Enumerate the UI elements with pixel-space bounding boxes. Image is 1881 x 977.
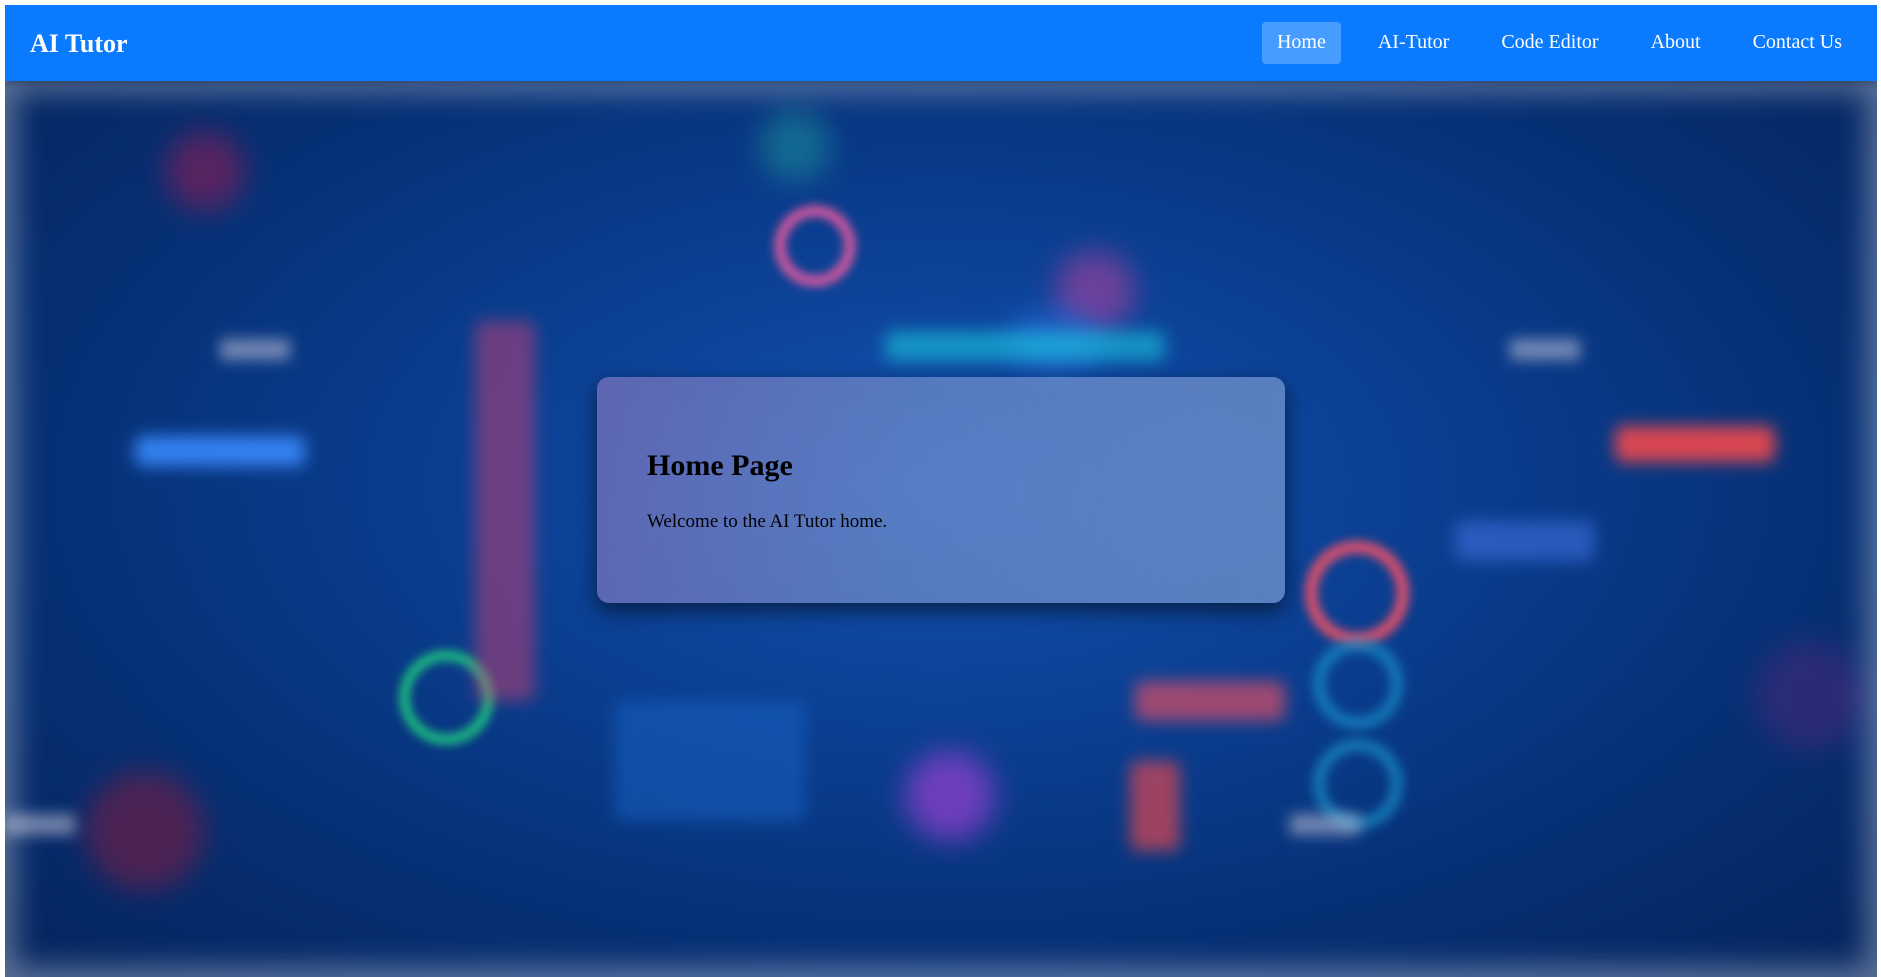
bg-shape [615, 701, 805, 821]
nav-ai-tutor[interactable]: AI-Tutor [1363, 22, 1465, 64]
navbar: AI Tutor Home AI-Tutor Code Editor About… [5, 5, 1877, 81]
nav-about[interactable]: About [1636, 22, 1716, 64]
bg-shape [1305, 541, 1409, 645]
bg-decoration: ▬ [1510, 297, 1580, 375]
nav-home[interactable]: Home [1261, 22, 1341, 64]
bg-shape [775, 206, 855, 286]
nav-code-editor[interactable]: Code Editor [1486, 22, 1613, 64]
bg-shape [1130, 761, 1180, 851]
app-window: AI Tutor Home AI-Tutor Code Editor About… [5, 5, 1877, 977]
page-title: Home Page [647, 449, 793, 482]
bg-shape [1315, 641, 1401, 727]
welcome-text: Welcome to the AI Tutor home. [647, 511, 888, 532]
bg-decoration: ▬ [220, 297, 290, 375]
nav-contact-us[interactable]: Contact Us [1738, 22, 1857, 64]
bg-shape [135, 436, 305, 466]
bg-shape [885, 331, 1165, 361]
bg-shape [165, 131, 245, 211]
brand-logo[interactable]: AI Tutor [30, 29, 128, 59]
bg-shape [760, 111, 830, 181]
bg-decoration: ▬ [1290, 772, 1360, 850]
bg-shape [1755, 641, 1865, 751]
content-card: Home Page Welcome to the AI Tutor home. [597, 377, 1285, 603]
bg-shape [85, 771, 205, 891]
bg-shape [1455, 521, 1595, 561]
bg-shape [905, 751, 995, 841]
bg-shape [475, 321, 535, 701]
bg-decoration: ▬ [5, 772, 75, 850]
bg-shape [1135, 681, 1285, 721]
bg-shape [1615, 426, 1775, 462]
nav-links: Home AI-Tutor Code Editor About Contact … [1240, 22, 1857, 64]
